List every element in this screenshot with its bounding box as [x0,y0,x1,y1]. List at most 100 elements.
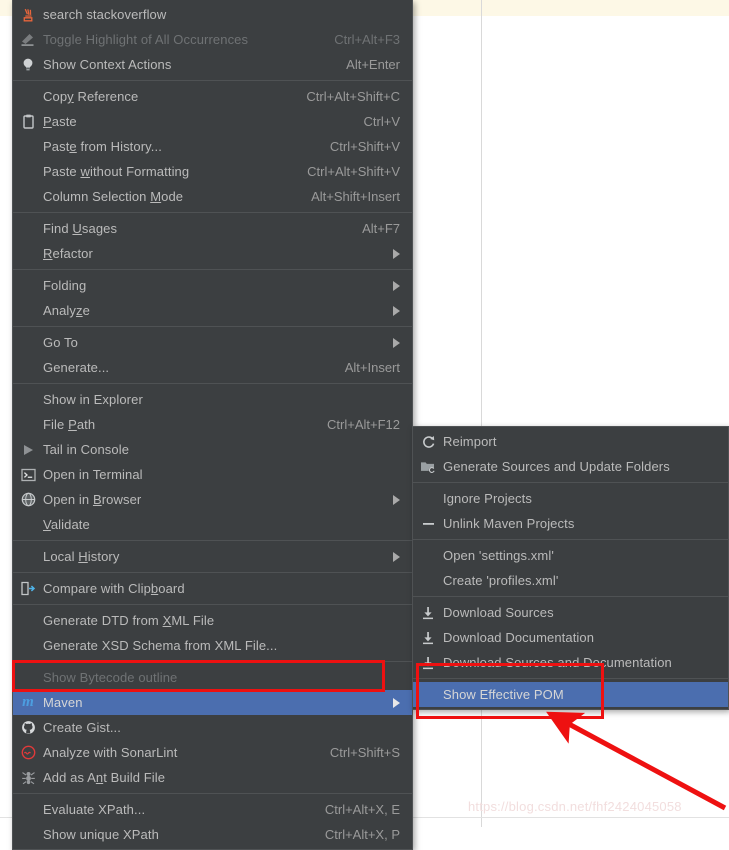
menu-item-label: Generate Sources and Update Folders [443,459,670,474]
editor-context-menu[interactable]: search stackoverflow Toggle Highlight of … [12,0,413,850]
menu-item-label: Add as Ant Build File [43,770,166,785]
context-menu-item-folding[interactable]: Folding [13,273,412,298]
menu-item-label: Maven [43,695,83,710]
context-menu-item-local-history[interactable]: Local History [13,544,412,569]
maven-submenu-item-reimport[interactable]: Reimport [413,429,728,454]
stackoverflow-icon [13,2,43,27]
menu-item-label: Reimport [443,434,497,449]
context-menu-item-maven[interactable]: m Maven [13,690,412,715]
context-menu-item-compare-with-clipboard[interactable]: Compare with Clipboard [13,576,412,601]
menu-separator [413,596,728,597]
github-icon [13,715,43,740]
no-icon [13,633,43,658]
context-menu-item-copy-reference[interactable]: Copy Reference Ctrl+Alt+Shift+C [13,84,412,109]
maven-submenu-item-generate-sources-and-update-folders[interactable]: Generate Sources and Update Folders [413,454,728,479]
context-menu-item-evaluate-xpath[interactable]: Evaluate XPath... Ctrl+Alt+X, E [13,797,412,822]
menu-item-shortcut: Ctrl+Alt+F3 [334,32,400,47]
context-menu-item-paste-without-formatting[interactable]: Paste without Formatting Ctrl+Alt+Shift+V [13,159,412,184]
chevron-right-icon [386,551,412,562]
menu-item-label: Show unique XPath [43,827,159,842]
annotation-box-maven [12,660,385,692]
maven-submenu-item-open-settings-xml[interactable]: Open 'settings.xml' [413,543,728,568]
menu-item-label: Generate... [43,360,110,375]
menu-item-label: Generate DTD from XML File [43,613,215,628]
context-menu-item-tail-in-console[interactable]: Tail in Console [13,437,412,462]
menu-item-label: Paste without Formatting [43,164,190,179]
menu-item-label: search stackoverflow [43,7,167,22]
terminal-icon [13,462,43,487]
menu-separator [13,269,412,270]
maven-icon: m [22,694,34,710]
menu-item-label: Refactor [43,246,93,261]
no-icon [13,241,43,266]
menu-item-shortcut: Alt+Shift+Insert [311,189,400,204]
menu-item-label: Local History [43,549,120,564]
context-menu-item-refactor[interactable]: Refactor [13,241,412,266]
highlighter-icon [13,27,43,52]
menu-separator [13,540,412,541]
no-icon [13,184,43,209]
no-icon [13,298,43,323]
menu-item-label: Go To [43,335,78,350]
context-menu-item-add-as-ant-build-file[interactable]: Add as Ant Build File [13,765,412,790]
context-menu-item-find-usages[interactable]: Find Usages Alt+F7 [13,216,412,241]
generate-sources-icon [413,454,443,479]
menu-separator [13,604,412,605]
no-icon [13,512,43,537]
menu-item-label: Unlink Maven Projects [443,516,575,531]
menu-item-shortcut: Alt+Insert [344,360,400,375]
menu-item-label: Analyze with SonarLint [43,745,178,760]
menu-item-label: Validate [43,517,90,532]
context-menu-item-analyze-with-sonarlint[interactable]: Analyze with SonarLint Ctrl+Shift+S [13,740,412,765]
context-menu-item-generate-xsd-schema-from-xml-file[interactable]: Generate XSD Schema from XML File... [13,633,412,658]
maven-submenu-item-unlink-maven-projects[interactable]: Unlink Maven Projects [413,511,728,536]
context-menu-item-paste-from-history[interactable]: Paste from History... Ctrl+Shift+V [13,134,412,159]
no-icon [413,486,443,511]
download-icon [413,600,443,625]
no-icon [13,822,43,847]
menu-separator [13,572,412,573]
minus-icon [413,511,443,536]
play-icon [13,437,43,462]
menu-item-label: Tail in Console [43,442,130,457]
menu-item-label: Download Sources [443,605,554,620]
context-menu-item-generate[interactable]: Generate... Alt+Insert [13,355,412,380]
chevron-right-icon [386,697,412,708]
menu-item-label: Column Selection Mode [43,189,184,204]
context-menu-item-search-stackoverflow[interactable]: search stackoverflow [13,2,412,27]
context-menu-item-show-unique-xpath[interactable]: Show unique XPath Ctrl+Alt+X, P [13,822,412,847]
menu-separator [13,80,412,81]
menu-item-label: Toggle Highlight of All Occurrences [43,32,249,47]
maven-submenu-item-download-documentation[interactable]: Download Documentation [413,625,728,650]
context-menu-item-column-selection-mode[interactable]: Column Selection Mode Alt+Shift+Insert [13,184,412,209]
context-menu-item-validate[interactable]: Validate [13,512,412,537]
no-icon [13,134,43,159]
menu-item-label: Ignore Projects [443,491,532,506]
refresh-icon [413,429,443,454]
menu-item-shortcut: Ctrl+Shift+S [329,745,400,760]
context-menu-item-show-in-explorer[interactable]: Show in Explorer [13,387,412,412]
chevron-right-icon [386,494,412,505]
maven-submenu-item-create-profiles-xml[interactable]: Create 'profiles.xml' [413,568,728,593]
context-menu-item-go-to[interactable]: Go To [13,330,412,355]
menu-item-shortcut: Ctrl+V [363,114,400,129]
menu-item-shortcut: Ctrl+Alt+Shift+C [306,89,400,104]
watermark-text: https://blog.csdn.net/fhf2424045058 [468,799,682,814]
sonarlint-icon [13,740,43,765]
menu-separator [13,793,412,794]
context-menu-item-analyze[interactable]: Analyze [13,298,412,323]
context-menu-item-file-path[interactable]: File Path Ctrl+Alt+F12 [13,412,412,437]
maven-submenu-item-ignore-projects[interactable]: Ignore Projects [413,486,728,511]
menu-item-label: Open 'settings.xml' [443,548,554,563]
context-menu-item-open-in-browser[interactable]: Open in Browser [13,487,412,512]
maven-submenu-item-download-sources[interactable]: Download Sources [413,600,728,625]
no-icon [13,797,43,822]
context-menu-item-generate-dtd-from-xml-file[interactable]: Generate DTD from XML File [13,608,412,633]
no-icon [13,412,43,437]
menu-item-shortcut: Ctrl+Alt+F12 [327,417,400,432]
context-menu-item-paste[interactable]: Paste Ctrl+V [13,109,412,134]
menu-item-shortcut: Ctrl+Alt+Shift+V [307,164,400,179]
context-menu-item-open-in-terminal[interactable]: Open in Terminal [13,462,412,487]
context-menu-item-show-context-actions[interactable]: Show Context Actions Alt+Enter [13,52,412,77]
context-menu-item-create-gist[interactable]: Create Gist... [13,715,412,740]
